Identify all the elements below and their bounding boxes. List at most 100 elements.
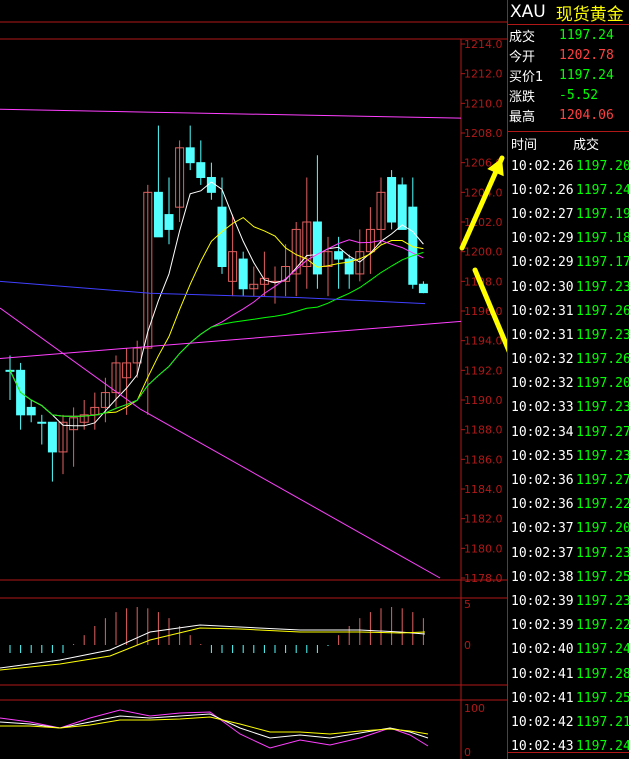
y-tick-label: 1194.0	[464, 335, 503, 348]
tick-time: 10:02:26	[511, 158, 574, 174]
tick-price: 1197.26	[576, 303, 629, 319]
symbol-code: XAU	[510, 2, 546, 22]
tick-price: 1197.25	[576, 569, 629, 585]
y-tick-label: 1212.0	[464, 68, 503, 81]
tick-row: 10:02:41 1197.28	[508, 662, 629, 686]
symbol-header: XAU 现货黄金	[508, 0, 629, 25]
candle-body	[185, 147, 195, 164]
tick-price: 1197.19	[576, 206, 629, 222]
y-tick-label: 1188.0	[464, 424, 503, 437]
tick-price: 1197.25	[576, 690, 629, 706]
tick-row: 10:02:41 1197.25	[508, 686, 629, 710]
quote-value: 1197.24	[559, 27, 614, 43]
ma30-line	[9, 251, 424, 417]
tick-price: 1197.26	[576, 352, 629, 368]
tick-time: 10:02:39	[511, 593, 574, 609]
candle-body	[408, 206, 418, 285]
candle-body	[334, 251, 344, 260]
tick-row: 10:02:36 1197.27	[508, 468, 629, 492]
kdj-tick-label: 0	[464, 746, 471, 759]
candle-body	[418, 283, 428, 294]
tick-price: 1197.22	[576, 618, 629, 634]
quote-value: -5.52	[559, 87, 599, 103]
tick-time: 10:02:29	[511, 255, 574, 271]
tick-price: 1197.17	[576, 255, 629, 271]
quote-list: 成交 1197.24 今开 1202.78 买价1 1197.24 涨跌 -5.52 最高 120…	[508, 25, 629, 125]
tick-row: 10:02:32 1197.26	[508, 348, 629, 372]
tick-price: 1197.28	[576, 666, 629, 682]
tick-price: 1197.24	[576, 182, 629, 198]
tick-row: 10:02:35 1197.23	[508, 444, 629, 468]
tick-row: 10:02:37 1197.23	[508, 541, 629, 565]
tick-row: 10:02:34 1197.27	[508, 420, 629, 444]
quote-row: 成交 1197.24	[508, 25, 629, 45]
tick-price: 1197.23	[576, 327, 629, 343]
candle-body	[217, 206, 227, 268]
tick-row: 10:02:32 1197.20	[508, 372, 629, 396]
panel-bottom-bar	[508, 752, 629, 759]
quote-label: 涨跌	[509, 89, 536, 105]
tick-header-price: 成交	[573, 137, 600, 153]
tick-price: 1197.27	[576, 473, 629, 489]
y-tick-label: 1210.0	[464, 97, 503, 110]
tick-row: 10:02:37 1197.20	[508, 517, 629, 541]
tick-header-time: 时间	[511, 137, 538, 153]
macd-dea-line	[0, 627, 426, 671]
tick-price: 1197.23	[576, 448, 629, 464]
candle-body	[26, 406, 36, 416]
tick-row: 10:02:36 1197.22	[508, 493, 629, 517]
trendline-upper	[0, 108, 462, 119]
tick-price: 1197.20	[576, 376, 629, 392]
ma5-line	[9, 181, 424, 427]
tick-price: 1197.20	[576, 521, 629, 537]
quote-value: 1204.06	[559, 107, 614, 123]
tick-time: 10:02:34	[511, 424, 574, 440]
tick-time: 10:02:36	[511, 497, 574, 513]
tick-row: 10:02:29 1197.18	[508, 227, 629, 251]
candle-body	[387, 177, 397, 223]
trendline-falling	[139, 408, 441, 579]
tick-row: 10:02:39 1197.23	[508, 589, 629, 613]
tick-time: 10:02:37	[511, 545, 574, 561]
ma10-line	[9, 216, 424, 417]
y-tick-label: 1180.0	[464, 542, 503, 555]
tick-time: 10:02:41	[511, 690, 574, 706]
y-tick-label: 1178.0	[464, 572, 503, 585]
tick-row: 10:02:42 1197.21	[508, 710, 629, 734]
kdj-d-line	[0, 716, 429, 735]
quote-row: 买价1 1197.24	[508, 65, 629, 85]
tick-price: 1197.22	[576, 497, 629, 513]
tick-row: 10:02:31 1197.23	[508, 323, 629, 347]
tick-time: 10:02:30	[511, 279, 574, 295]
tick-list[interactable]: 10:02:26 1197.20 10:02:26 1197.24 10:02:27 11…	[508, 154, 629, 759]
tick-time: 10:02:27	[511, 206, 574, 222]
chart-area[interactable]: 1214.0 1212.0 1210.0 1208.0 1206.0 1204.0 1202…	[0, 0, 507, 759]
candle-body	[312, 221, 322, 275]
tick-row: 10:02:31 1197.26	[508, 299, 629, 323]
trendline-lower	[0, 320, 462, 359]
y-tick-label: 1214.0	[464, 38, 503, 51]
tick-time: 10:02:26	[511, 182, 574, 198]
tick-price: 1197.23	[576, 279, 629, 295]
candle-body	[153, 191, 163, 238]
macd-tick-label: 0	[464, 639, 471, 652]
ma20-line	[9, 239, 424, 417]
tick-time: 10:02:32	[511, 376, 574, 392]
tick-row: 10:02:33 1197.23	[508, 396, 629, 420]
tick-time: 10:02:31	[511, 327, 574, 343]
tick-price: 1197.24	[576, 642, 629, 658]
tick-time: 10:02:41	[511, 666, 574, 682]
y-tick-label: 1192.0	[464, 364, 503, 377]
tick-time: 10:02:29	[511, 231, 574, 247]
tick-row: 10:02:39 1197.22	[508, 614, 629, 638]
kdj-tick-label: 100	[464, 702, 485, 715]
candlestick-chart[interactable]: 1214.01212.01210.01208.01206.01204.01202…	[0, 0, 507, 759]
tick-row: 10:02:30 1197.23	[508, 275, 629, 299]
y-tick-label: 1208.0	[464, 127, 503, 140]
quote-panel: XAU 现货黄金 成交 1197.24 今开 1202.78 买价1 1197.24 涨跌 -…	[507, 0, 629, 759]
y-tick-label: 1190.0	[464, 394, 503, 407]
tick-row: 10:02:26 1197.24	[508, 178, 629, 202]
quote-row: 最高 1204.06	[508, 105, 629, 125]
tick-time: 10:02:36	[511, 473, 574, 489]
candle-body	[238, 258, 248, 290]
